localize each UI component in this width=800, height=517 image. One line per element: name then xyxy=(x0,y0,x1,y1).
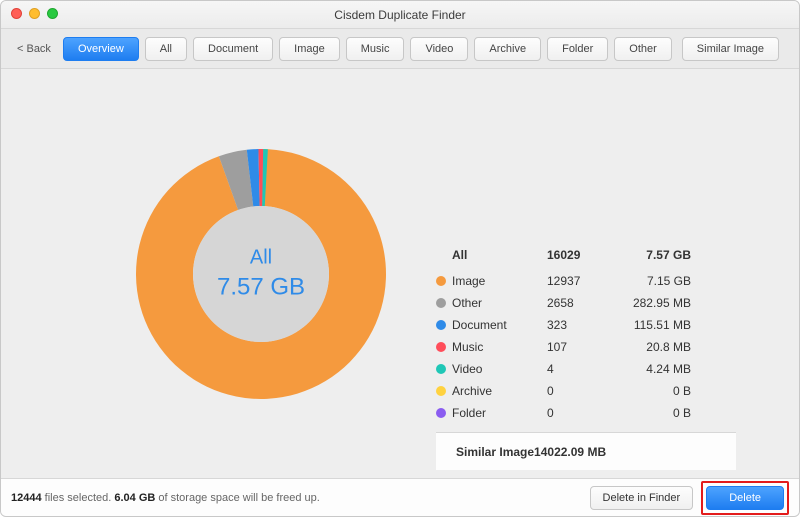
donut-center: All 7.57 GB xyxy=(217,247,305,302)
tab-all[interactable]: All xyxy=(145,37,187,61)
legend-header-size: 7.57 GB xyxy=(607,248,697,262)
legend-header-label: All xyxy=(452,248,547,262)
tab-overview[interactable]: Overview xyxy=(63,37,139,61)
status-selected-count: 12444 xyxy=(11,492,42,504)
tab-image[interactable]: Image xyxy=(279,37,340,61)
status-freed-size: 6.04 GB xyxy=(114,492,155,504)
legend-dot-icon xyxy=(436,408,446,418)
legend-row-document[interactable]: Document323115.51 MB xyxy=(436,314,736,336)
legend-count: 323 xyxy=(547,318,607,332)
legend-size: 7.15 GB xyxy=(607,274,697,288)
tab-archive[interactable]: Archive xyxy=(474,37,541,61)
legend-count: 12937 xyxy=(547,274,607,288)
back-button[interactable]: < Back xyxy=(11,39,57,59)
status-text: 12444 files selected. 6.04 GB of storage… xyxy=(11,492,320,504)
legend-size: 20.8 MB xyxy=(607,340,697,354)
legend-count: 4 xyxy=(547,362,607,376)
toolbar: < Back Overview All Document Image Music… xyxy=(1,29,799,69)
legend-header-count: 16029 xyxy=(547,248,607,262)
legend-dot-icon xyxy=(436,320,446,330)
legend-row-folder[interactable]: Folder00 B xyxy=(436,402,736,424)
legend-row-archive[interactable]: Archive00 B xyxy=(436,380,736,402)
legend-count: 0 xyxy=(547,384,607,398)
legend-name: Video xyxy=(452,362,547,376)
delete-highlight: Delete xyxy=(701,481,789,515)
legend-row-video[interactable]: Video44.24 MB xyxy=(436,358,736,380)
footer: 12444 files selected. 6.04 GB of storage… xyxy=(1,478,799,516)
titlebar: Cisdem Duplicate Finder xyxy=(1,1,799,29)
donut-center-value: 7.57 GB xyxy=(217,274,305,302)
window-title: Cisdem Duplicate Finder xyxy=(334,8,465,22)
tab-similar-image[interactable]: Similar Image xyxy=(682,37,779,61)
legend-header: All 16029 7.57 GB xyxy=(436,244,736,266)
legend-row-other[interactable]: Other2658282.95 MB xyxy=(436,292,736,314)
legend-row-music[interactable]: Music10720.8 MB xyxy=(436,336,736,358)
content-area: All 7.57 GB All 16029 7.57 GB Image12937… xyxy=(1,69,799,478)
legend-name: Document xyxy=(452,318,547,332)
legend-similar-label: Similar Image xyxy=(456,445,534,459)
legend-dot-icon xyxy=(436,276,446,286)
legend-size: 4.24 MB xyxy=(607,362,697,376)
maximize-icon[interactable] xyxy=(47,8,58,19)
legend-name: Archive xyxy=(452,384,547,398)
legend-name: Other xyxy=(452,296,547,310)
legend-size: 0 B xyxy=(607,384,697,398)
tab-other[interactable]: Other xyxy=(614,37,672,61)
legend-name: Folder xyxy=(452,406,547,420)
window-controls xyxy=(11,8,58,19)
tab-folder[interactable]: Folder xyxy=(547,37,608,61)
legend-dot-icon xyxy=(436,364,446,374)
legend-table: All 16029 7.57 GB Image129377.15 GBOther… xyxy=(436,244,736,470)
delete-in-finder-button[interactable]: Delete in Finder xyxy=(590,486,694,510)
legend-count: 0 xyxy=(547,406,607,420)
legend-dot-icon xyxy=(436,298,446,308)
donut-center-label: All xyxy=(217,247,305,270)
legend-similar-size: 22.09 MB xyxy=(554,445,612,459)
app-window: Cisdem Duplicate Finder < Back Overview … xyxy=(0,0,800,517)
close-icon[interactable] xyxy=(11,8,22,19)
legend-dot-icon xyxy=(436,342,446,352)
legend-size: 115.51 MB xyxy=(607,318,697,332)
legend-count: 2658 xyxy=(547,296,607,310)
legend-count: 107 xyxy=(547,340,607,354)
donut-chart: All 7.57 GB xyxy=(131,144,391,404)
legend-dot-icon xyxy=(436,386,446,396)
delete-button[interactable]: Delete xyxy=(706,486,784,510)
minimize-icon[interactable] xyxy=(29,8,40,19)
legend-name: Image xyxy=(452,274,547,288)
legend-name: Music xyxy=(452,340,547,354)
legend-row-image[interactable]: Image129377.15 GB xyxy=(436,270,736,292)
legend-similar-count: 140 xyxy=(534,445,554,459)
legend-similar: Similar Image 140 22.09 MB xyxy=(436,432,736,470)
legend-size: 0 B xyxy=(607,406,697,420)
legend-size: 282.95 MB xyxy=(607,296,697,310)
tab-music[interactable]: Music xyxy=(346,37,405,61)
tab-document[interactable]: Document xyxy=(193,37,273,61)
tab-video[interactable]: Video xyxy=(410,37,468,61)
